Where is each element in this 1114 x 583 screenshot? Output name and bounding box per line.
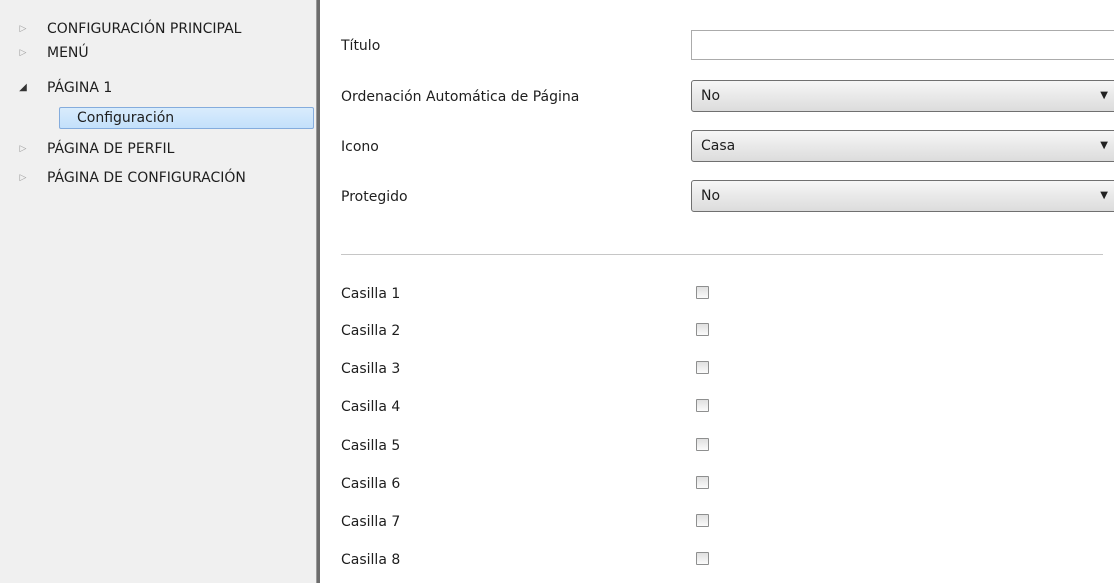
auto-order-select[interactable]: No ▼ <box>691 80 1114 112</box>
checkbox-label: Casilla 1 <box>341 286 401 302</box>
select-value: No <box>701 88 721 104</box>
casilla-6-checkbox[interactable] <box>696 476 709 489</box>
tree-item-label: MENÚ <box>47 45 89 61</box>
collapsed-arrow-icon[interactable]: ▷ <box>17 18 29 40</box>
checkbox-label: Casilla 3 <box>341 361 401 377</box>
sidebar-tree: ▷ CONFIGURACIÓN PRINCIPAL ▷ MENÚ ◢ PÁGIN… <box>0 0 316 583</box>
checkbox-label: Casilla 4 <box>341 399 401 415</box>
expanded-arrow-icon[interactable]: ◢ <box>17 77 29 99</box>
casilla-3-checkbox[interactable] <box>696 361 709 374</box>
checkbox-label: Casilla 8 <box>341 552 401 568</box>
collapsed-arrow-icon[interactable]: ▷ <box>17 167 29 189</box>
checkbox-label: Casilla 7 <box>341 514 401 530</box>
tree-item-label: PÁGINA 1 <box>47 80 113 96</box>
tree-item-configuracion-principal[interactable]: ▷ CONFIGURACIÓN PRINCIPAL <box>0 18 316 40</box>
select-value: No <box>701 188 721 204</box>
tree-item-pagina-1[interactable]: ◢ PÁGINA 1 <box>0 77 316 99</box>
tree-item-pagina-de-perfil[interactable]: ▷ PÁGINA DE PERFIL <box>0 138 316 160</box>
tree-item-pagina-de-configuracion[interactable]: ▷ PÁGINA DE CONFIGURACIÓN <box>0 167 316 189</box>
tree-item-label: Configuración <box>77 110 175 126</box>
casilla-7-checkbox[interactable] <box>696 514 709 527</box>
checkbox-label: Casilla 2 <box>341 323 401 339</box>
tree-item-configuracion[interactable]: Configuración <box>59 107 314 129</box>
icon-label: Icono <box>341 139 379 155</box>
select-value: Casa <box>701 138 736 154</box>
tree-item-menu[interactable]: ▷ MENÚ <box>0 42 316 64</box>
tree-item-label: PÁGINA DE PERFIL <box>47 141 175 157</box>
protected-select[interactable]: No ▼ <box>691 180 1114 212</box>
casilla-4-checkbox[interactable] <box>696 399 709 412</box>
tree-item-label: CONFIGURACIÓN PRINCIPAL <box>47 21 242 37</box>
auto-order-label: Ordenación Automática de Página <box>341 89 580 105</box>
casilla-5-checkbox[interactable] <box>696 438 709 451</box>
collapsed-arrow-icon[interactable]: ▷ <box>17 138 29 160</box>
chevron-down-icon: ▼ <box>1100 140 1108 151</box>
chevron-down-icon: ▼ <box>1100 190 1108 201</box>
chevron-down-icon: ▼ <box>1100 90 1108 101</box>
casilla-1-checkbox[interactable] <box>696 286 709 299</box>
checkbox-label: Casilla 5 <box>341 438 401 454</box>
casilla-8-checkbox[interactable] <box>696 552 709 565</box>
casilla-2-checkbox[interactable] <box>696 323 709 336</box>
collapsed-arrow-icon[interactable]: ▷ <box>17 42 29 64</box>
title-input[interactable] <box>691 30 1114 60</box>
settings-panel: Título Ordenación Automática de Página N… <box>320 0 1114 583</box>
section-divider <box>341 254 1103 255</box>
protected-label: Protegido <box>341 189 408 205</box>
title-label: Título <box>341 38 381 54</box>
checkbox-label: Casilla 6 <box>341 476 401 492</box>
icon-select[interactable]: Casa ▼ <box>691 130 1114 162</box>
tree-item-label: PÁGINA DE CONFIGURACIÓN <box>47 170 246 186</box>
